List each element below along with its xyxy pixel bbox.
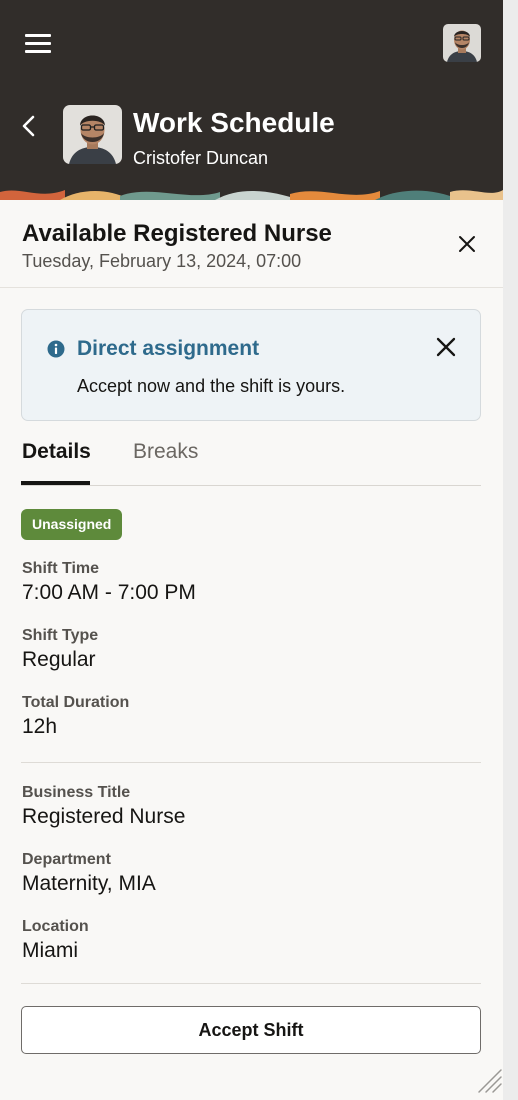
total-duration-value: 12h [22,715,58,738]
department-field: Department Maternity, MIA [22,851,156,896]
page-title: Work Schedule [133,107,335,138]
direct-assignment-banner: Direct assignment Accept now and the shi… [21,309,481,421]
app-frame: Work Schedule Cristofer Duncan Available… [0,0,503,1100]
chevron-left-icon [22,115,35,137]
resize-handle-icon[interactable] [473,1064,503,1094]
shift-type-value: Regular [22,648,96,671]
tab-bar: Details Breaks [21,429,481,486]
shift-time-value: 7:00 AM - 7:00 PM [22,581,196,604]
close-icon [459,236,475,252]
header-bar: Work Schedule Cristofer Duncan [0,0,503,200]
location-label: Location [22,918,89,935]
department-value: Maternity, MIA [22,872,156,895]
back-button[interactable] [15,111,43,141]
status-badge: Unassigned [21,509,123,540]
section-divider [21,762,481,763]
location-field: Location Miami [22,918,89,963]
info-icon [47,340,65,358]
employee-avatar [63,105,122,164]
banner-title: Direct assignment [77,337,260,360]
close-icon [436,337,456,357]
department-label: Department [22,851,111,868]
hamburger-menu-icon[interactable] [23,31,53,55]
total-duration-label: Total Duration [22,694,130,711]
window-edge [503,0,518,1100]
shift-title: Available Registered Nurse [22,220,332,247]
tab-breaks[interactable]: Breaks [133,440,198,464]
shift-type-field: Shift Type Regular [22,627,98,672]
close-sheet-button[interactable] [455,232,479,256]
shift-type-label: Shift Type [22,627,99,644]
location-value: Miami [22,939,78,962]
banner-message: Accept now and the shift is yours. [77,376,346,396]
decorative-pattern [0,186,503,200]
business-title-label: Business Title [22,784,131,801]
sheet-header: Available Registered Nurse Tuesday, Febr… [0,201,503,288]
total-duration-field: Total Duration 12h [22,694,129,739]
dismiss-banner-button[interactable] [433,334,459,360]
shift-time-label: Shift Time [22,560,100,577]
section-divider [21,983,481,984]
selected-tab-indicator [21,481,90,485]
business-title-field: Business Title Registered Nurse [22,784,185,829]
shift-date: Tuesday, February 13, 2024, 07:00 [22,251,302,271]
shift-detail-sheet: Available Registered Nurse Tuesday, Febr… [0,201,503,1100]
tab-details[interactable]: Details [22,440,91,464]
business-title-value: Registered Nurse [22,805,186,828]
user-avatar[interactable] [443,24,481,62]
employee-name: Cristofer Duncan [133,148,269,168]
accept-shift-button[interactable]: Accept Shift [21,1006,481,1054]
shift-time-field: Shift Time 7:00 AM - 7:00 PM [22,560,196,605]
